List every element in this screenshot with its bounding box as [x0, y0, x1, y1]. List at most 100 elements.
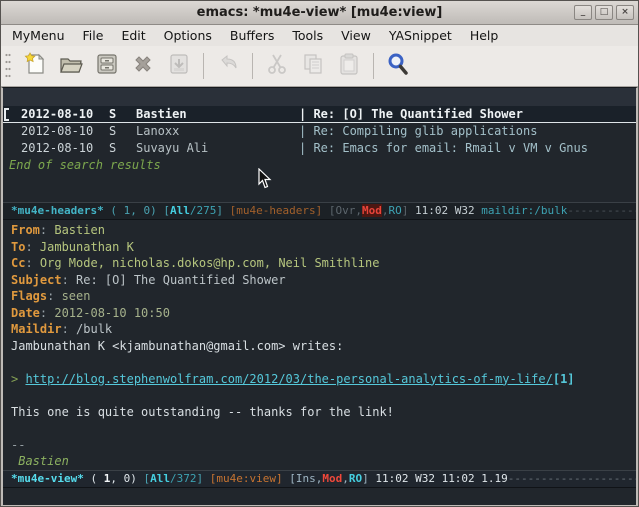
save-as-icon	[167, 52, 191, 80]
message-row[interactable]: 2012-08-10SBastien| Re: [O] The Quantifi…	[3, 106, 636, 123]
modeline-segment: ------------	[567, 204, 636, 217]
menubar: MyMenuFileEditOptionsBuffersToolsViewYAS…	[1, 25, 638, 46]
message-date: 2012-08-10	[21, 140, 109, 157]
text-segment: :	[40, 306, 54, 320]
fringe-current-line-marker	[4, 108, 9, 121]
menu-item-edit[interactable]: Edit	[112, 26, 154, 45]
hyperlink[interactable]: http://blog.stephenwolfram.com/2012/03/t…	[25, 372, 552, 386]
modeline-segment: RO	[389, 204, 402, 217]
undo-button[interactable]	[210, 50, 246, 82]
toolbar	[1, 46, 638, 87]
mu4e-view-buffer[interactable]: From: BastienTo: Jambunathan KCc: Org Mo…	[3, 220, 636, 470]
text-segment: /bulk	[76, 322, 112, 336]
modeline-segment: ]	[362, 472, 369, 485]
text-segment: :	[62, 322, 76, 336]
message-row[interactable]: 2012-08-10SLanoxx| Re: Compiling glib ap…	[3, 123, 636, 140]
message-body-line: To: Jambunathan K	[11, 239, 636, 256]
modeline-segment: /372	[170, 472, 197, 485]
minimize-button[interactable]: _	[574, 5, 592, 20]
menu-item-help[interactable]: Help	[461, 26, 508, 45]
modeline-segment: 11:02 W32	[408, 204, 481, 217]
copy-button[interactable]	[295, 50, 331, 82]
open-file-button[interactable]	[53, 50, 89, 82]
text-segment: From	[11, 223, 40, 237]
modeline-segment: ( 1, 0)	[104, 204, 164, 217]
mu4e-view-modeline[interactable]: *mu4e-view* ( 1, 0) [All/372] [mu4e:view…	[3, 470, 636, 488]
toolbar-drag-handle[interactable]	[3, 51, 13, 81]
text-segment: Jambunathan K <kjambunathan@gmail.com> w…	[11, 339, 343, 353]
menu-item-options[interactable]: Options	[155, 26, 221, 45]
window-title: emacs: *mu4e-view* [mu4e:view]	[197, 5, 443, 20]
new-file-button[interactable]	[17, 50, 53, 82]
message-body-line: From: Bastien	[11, 222, 636, 239]
paste-button[interactable]	[331, 50, 367, 82]
modeline-segment: RO	[349, 472, 362, 485]
menu-item-file[interactable]: File	[74, 26, 113, 45]
modeline-segment: All	[150, 472, 170, 485]
text-segment: 2012-08-10 10:50	[54, 306, 170, 320]
modeline-segment: ,	[382, 204, 389, 217]
maximize-button[interactable]: □	[595, 5, 613, 20]
message-subject: | Re: [O] The Quantified Shower	[299, 107, 523, 121]
message-from: Suvayu Ali	[136, 140, 299, 157]
mu4e-headers-modeline[interactable]: *mu4e-headers* ( 1, 0) [All/275] [mu4e-h…	[3, 202, 636, 220]
close-button[interactable]: ×	[616, 5, 634, 20]
save-as-button[interactable]	[161, 50, 197, 82]
modeline-segment: *mu4e-view*	[11, 472, 84, 485]
text-segment: :	[25, 240, 39, 254]
text-segment: --	[11, 438, 25, 452]
modeline-segment: maildir:/bulk	[481, 204, 567, 217]
modeline-segment: [Ovr,	[329, 204, 362, 217]
menu-item-yasnippet[interactable]: YASnippet	[380, 26, 461, 45]
text-segment: Bastien	[54, 223, 105, 237]
copy-icon	[301, 52, 325, 80]
titlebar[interactable]: emacs: *mu4e-view* [mu4e:view] _ □ ×	[1, 1, 638, 25]
search-icon	[386, 52, 410, 80]
menu-item-buffers[interactable]: Buffers	[221, 26, 283, 45]
modeline-segment: /275	[190, 204, 217, 217]
menu-item-tools[interactable]: Tools	[283, 26, 332, 45]
cut-scissors-icon	[265, 52, 289, 80]
message-body-line: > http://blog.stephenwolfram.com/2012/03…	[11, 371, 636, 388]
menu-item-mymenu[interactable]: MyMenu	[3, 26, 74, 45]
emacs-window: emacs: *mu4e-view* [mu4e:view] _ □ × MyM…	[0, 0, 639, 507]
text-segment: Cc	[11, 256, 25, 270]
text-segment: seen	[62, 289, 91, 303]
message-from: Lanoxx	[136, 123, 299, 140]
mouse-pointer	[258, 168, 272, 193]
search-button[interactable]	[380, 50, 416, 82]
message-body-line: Bastien	[11, 453, 636, 470]
toolbar-separator	[373, 53, 374, 79]
message-body-line: --	[11, 437, 636, 454]
text-segment: Date	[11, 306, 40, 320]
toolbar-separator	[252, 53, 253, 79]
save-icon	[95, 52, 119, 80]
modeline-segment: [mu4e-headers]	[230, 204, 329, 217]
text-segment: :	[40, 223, 54, 237]
echo-area[interactable]	[3, 488, 636, 504]
text-segment: This one is quite outstanding -- thanks …	[11, 405, 394, 419]
text-segment: [1]	[553, 372, 575, 386]
cut-button[interactable]	[259, 50, 295, 82]
message-body-line	[11, 420, 636, 437]
modeline-segment: *mu4e-headers*	[11, 204, 104, 217]
message-flags: S	[109, 106, 136, 123]
modeline-segment: ]	[196, 472, 209, 485]
save-button[interactable]	[89, 50, 125, 82]
modeline-segment: [	[163, 204, 170, 217]
message-subject: | Re: Emacs for email: Rmail v VM v Gnus	[299, 141, 588, 155]
modeline-segment: ]	[216, 204, 229, 217]
message-body-line: Subject: Re: [O] The Quantified Shower	[11, 272, 636, 289]
message-flags: S	[109, 140, 136, 157]
mu4e-headers-buffer[interactable]: ▼ DateFlgsFrom/ToSubject 2012-08-10SBast…	[3, 88, 636, 202]
message-row[interactable]: 2012-08-10SSuvayu Ali| Re: Emacs for ema…	[3, 140, 636, 157]
message-body-line: This one is quite outstanding -- thanks …	[11, 404, 636, 421]
modeline-segment: Mod	[362, 204, 382, 217]
emacs-frame: ▼ DateFlgsFrom/ToSubject 2012-08-10SBast…	[1, 87, 638, 507]
modeline-segment: [Ins,	[289, 472, 322, 485]
menu-item-view[interactable]: View	[332, 26, 380, 45]
window-controls: _ □ ×	[574, 5, 634, 20]
modeline-segment: ---------------------	[508, 472, 636, 485]
message-body-line	[11, 354, 636, 371]
delete-button[interactable]	[125, 50, 161, 82]
